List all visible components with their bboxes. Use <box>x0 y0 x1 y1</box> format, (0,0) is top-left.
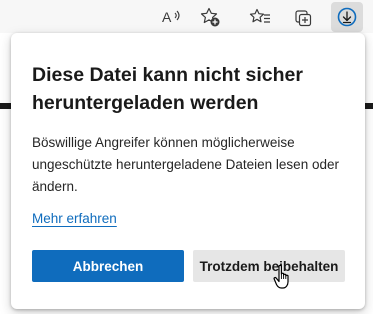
download-warning-popup: Diese Datei kann nicht sicher herunterge… <box>11 33 365 309</box>
keep-anyway-button[interactable]: Trotzdem beibehalten <box>193 250 345 282</box>
collections-icon[interactable] <box>290 3 318 31</box>
downloads-icon[interactable] <box>331 2 363 32</box>
favorites-icon[interactable] <box>246 3 274 31</box>
dialog-title: Diese Datei kann nicht sicher herunterge… <box>32 64 303 114</box>
dialog-message: Böswillige Angreifer können möglicherwei… <box>32 135 339 194</box>
svg-text:A: A <box>162 9 172 25</box>
read-aloud-icon[interactable]: A <box>158 3 186 31</box>
cancel-button[interactable]: Abbrechen <box>32 250 184 282</box>
browser-toolbar: A <box>0 0 373 33</box>
add-to-favorites-icon[interactable] <box>196 3 224 31</box>
learn-more-link[interactable]: Mehr erfahren <box>32 210 117 228</box>
